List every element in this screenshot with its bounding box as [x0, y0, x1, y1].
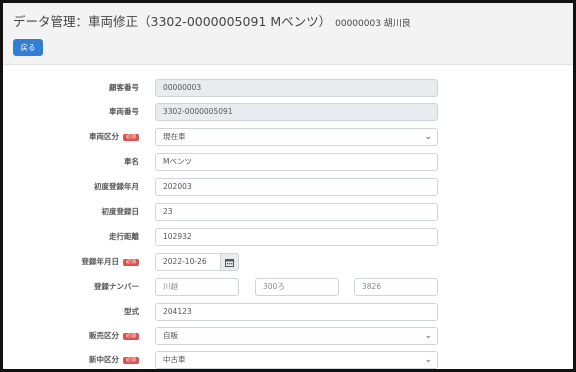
form-row-new-used: 新中区分 必須 中古車 ⌄ — [3, 351, 573, 369]
form-row-reg-date: 登録年月日 必須 2022-10-26 — [3, 253, 573, 271]
reg-number-label: 登録ナンバー — [94, 282, 139, 291]
app-window: データ管理：車両修正（3302-0000005091 Mベンツ） 00000003… — [0, 0, 576, 372]
page-header: データ管理：車両修正（3302-0000005091 Mベンツ） 00000003… — [3, 3, 573, 65]
required-badge: 必須 — [122, 356, 139, 364]
required-badge: 必須 — [122, 332, 139, 340]
title-main: データ管理：車両修正（3302-0000005091 Mベンツ） — [13, 14, 332, 29]
sales-type-value: 自販 — [163, 331, 178, 340]
form-row-vehicle-type: 車両区分 必須 現在車 ⌄ — [3, 128, 573, 146]
chevron-down-icon: ⌄ — [424, 355, 432, 365]
form-row-sales-type: 販売区分 必須 自販 ⌄ — [3, 327, 573, 345]
vehicle-type-label: 車両区分 必須 — [89, 128, 139, 146]
reg-number-area-field[interactable]: 川越 — [155, 278, 239, 296]
vehicle-no-field[interactable]: 3302-0000005091 — [155, 103, 438, 121]
reg-date-label: 登録年月日 必須 — [81, 253, 139, 271]
reg-number-digits-field[interactable]: 3826 — [354, 278, 438, 296]
form-row-first-reg-ym: 初度登録年月 202003 — [3, 178, 573, 196]
first-reg-day-field[interactable]: 23 — [155, 203, 438, 221]
sales-type-select[interactable]: 自販 ⌄ — [155, 327, 438, 345]
mileage-label: 走行距離 — [109, 232, 139, 241]
back-button[interactable]: 戻る — [13, 39, 43, 56]
vehicle-type-value: 現在車 — [163, 132, 186, 141]
form-row-customer-no: 顧客番号 00000003 — [3, 79, 573, 97]
chevron-down-icon: ⌄ — [424, 132, 432, 142]
vehicle-type-select[interactable]: 現在車 ⌄ — [155, 128, 438, 146]
first-reg-ym-field[interactable]: 202003 — [155, 178, 438, 196]
chevron-down-icon: ⌄ — [424, 331, 432, 341]
customer-no-field[interactable]: 00000003 — [155, 79, 438, 97]
page-title: データ管理：車両修正（3302-0000005091 Mベンツ） 00000003… — [13, 11, 411, 30]
model-label: 型式 — [124, 307, 139, 316]
title-sub: 00000003 胡川良 — [335, 19, 411, 29]
reg-date-field[interactable]: 2022-10-26 — [155, 253, 221, 271]
model-field[interactable]: 204123 — [155, 303, 438, 321]
mileage-field[interactable]: 102932 — [155, 228, 438, 246]
form-row-vehicle-no: 車両番号 3302-0000005091 — [3, 103, 573, 121]
new-used-label: 新中区分 必須 — [89, 351, 139, 369]
form-row-reg-number: 登録ナンバー 川越 300ろ 3826 — [3, 278, 573, 296]
required-badge: 必須 — [122, 133, 139, 141]
form-row-mileage: 走行距離 102932 — [3, 228, 573, 246]
form-row-car-name: 車名 Mベンツ — [3, 153, 573, 171]
first-reg-ym-label: 初度登録年月 — [94, 182, 139, 191]
car-name-field[interactable]: Mベンツ — [155, 153, 438, 171]
vehicle-no-label: 車両番号 — [109, 107, 139, 116]
car-name-label: 車名 — [124, 157, 139, 166]
calendar-icon[interactable] — [221, 253, 239, 271]
new-used-value: 中古車 — [163, 355, 186, 364]
sales-type-label: 販売区分 必須 — [89, 327, 139, 345]
reg-number-class-field[interactable]: 300ろ — [255, 278, 339, 296]
first-reg-day-label: 初度登録日 — [101, 207, 140, 216]
required-badge: 必須 — [122, 258, 139, 266]
new-used-select[interactable]: 中古車 ⌄ — [155, 351, 438, 369]
customer-no-label: 顧客番号 — [109, 83, 139, 92]
form-row-first-reg-day: 初度登録日 23 — [3, 203, 573, 221]
form-row-model: 型式 204123 — [3, 303, 573, 321]
